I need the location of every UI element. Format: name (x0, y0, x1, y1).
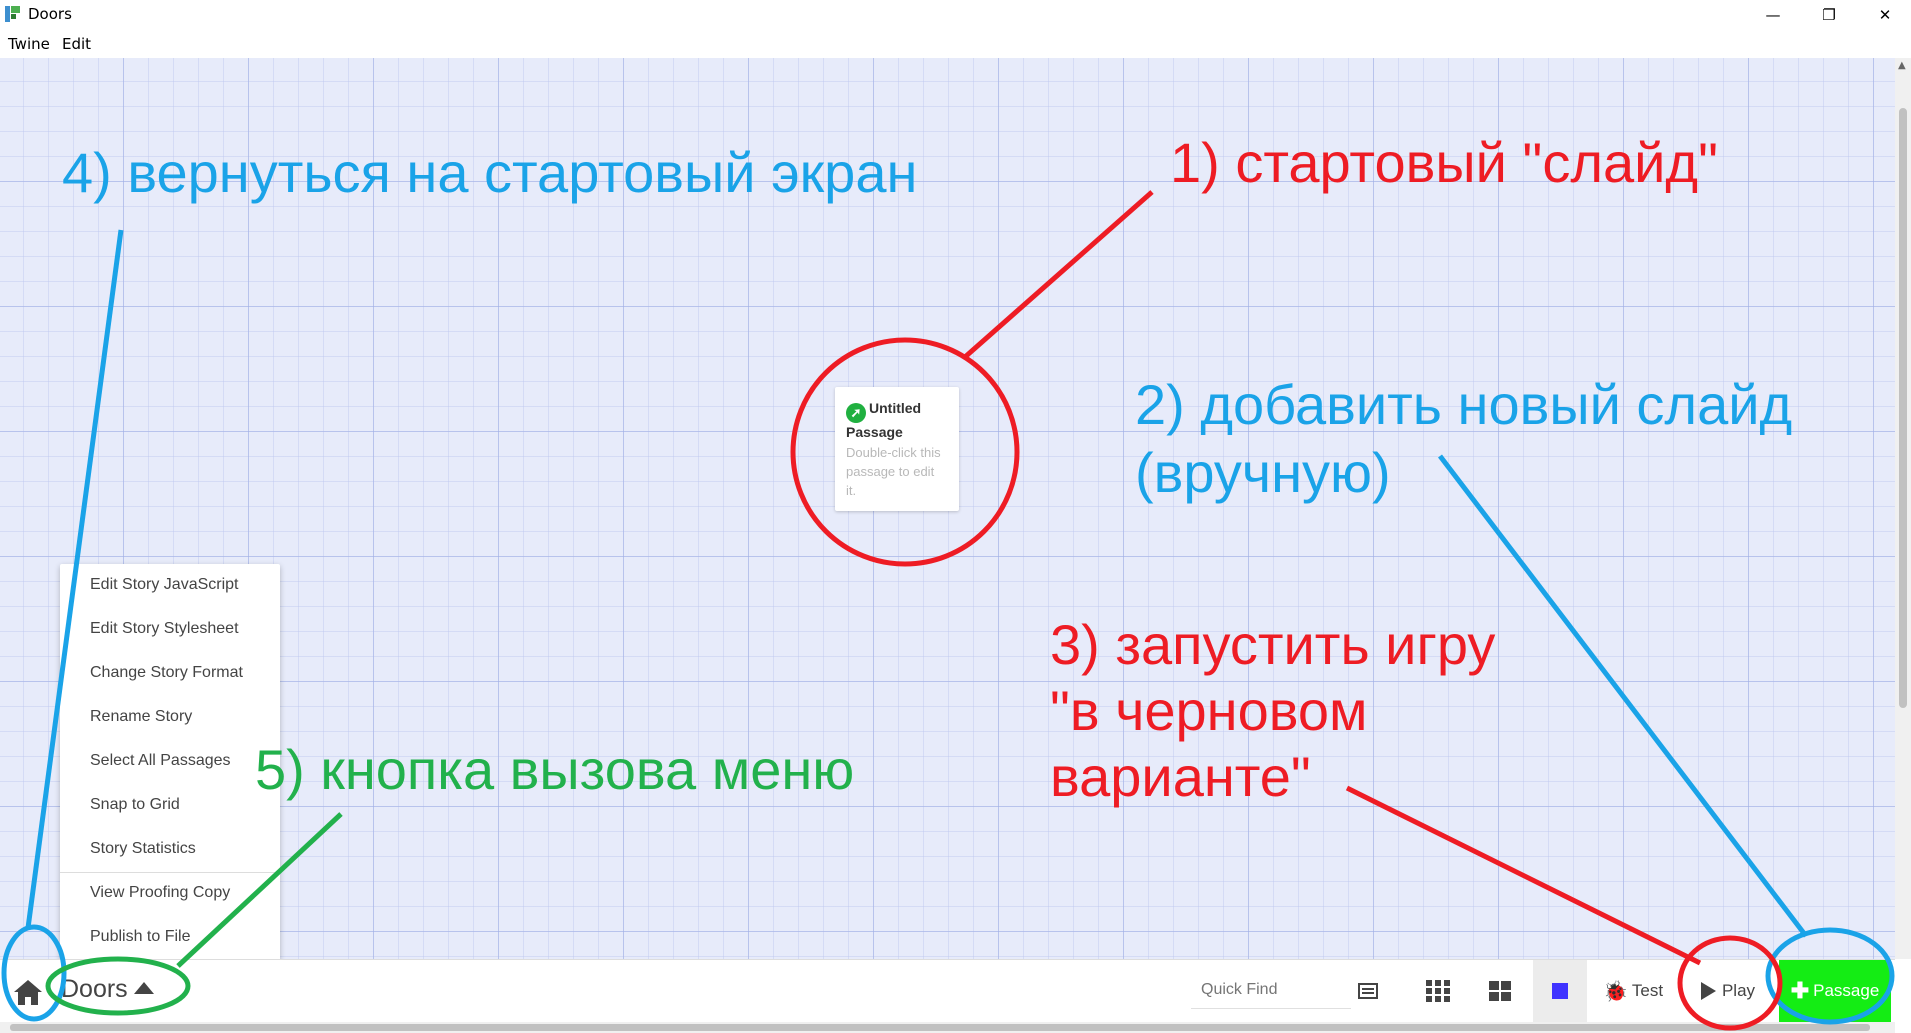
close-icon[interactable]: ✕ (1862, 0, 1908, 30)
story-menu: Edit Story JavaScript Edit Story Stylesh… (60, 564, 280, 961)
bottom-toolbar: Doors 🐞Test Play ✚Passage (0, 959, 1895, 1022)
highlight-color-swatch (1552, 983, 1568, 999)
menu-item-select-all[interactable]: Select All Passages (90, 752, 231, 770)
menu-item-rename-story[interactable]: Rename Story (90, 708, 192, 726)
menu-twine[interactable]: Twine (8, 35, 50, 53)
menu-divider (60, 872, 280, 873)
menu-item-edit-js[interactable]: Edit Story JavaScript (90, 576, 239, 594)
bug-icon: 🐞 (1602, 980, 1628, 1003)
card-view-icon (1358, 983, 1378, 999)
rocket-icon: ➚ (846, 403, 866, 423)
test-label: Test (1631, 981, 1664, 1000)
vertical-scrollbar[interactable]: ▲ (1895, 58, 1911, 959)
menu-item-publish-to-file[interactable]: Publish to File (90, 928, 191, 946)
vertical-scroll-thumb[interactable] (1899, 108, 1907, 708)
horizontal-scrollbar[interactable] (0, 1022, 1895, 1033)
play-icon (1700, 982, 1716, 1000)
grid-large-icon (1489, 981, 1511, 1001)
menu-item-story-statistics[interactable]: Story Statistics (90, 840, 196, 858)
play-label: Play (1721, 981, 1756, 1000)
play-button[interactable]: Play (1693, 960, 1761, 1022)
passage-names-excerpts-button[interactable] (1343, 960, 1393, 1022)
window-title-bar: Doors — ❐ ✕ (0, 0, 1911, 30)
restore-icon[interactable]: ❐ (1806, 0, 1852, 30)
window-title: Doors (28, 5, 72, 23)
caret-up-icon (133, 982, 154, 994)
add-passage-label: Passage (1813, 981, 1880, 1000)
passage-structure-only-button[interactable] (1475, 960, 1525, 1022)
twine-app-icon (5, 6, 21, 22)
menu-item-change-format[interactable]: Change Story Format (90, 664, 243, 682)
add-passage-button[interactable]: ✚ Passage (1779, 960, 1891, 1022)
menu-item-proofing-copy[interactable]: View Proofing Copy (90, 884, 230, 902)
scroll-up-icon[interactable]: ▲ (1898, 60, 1906, 71)
story-name: Doors (61, 975, 128, 1003)
passage-names-only-button[interactable] (1413, 960, 1463, 1022)
home-icon (14, 980, 42, 1005)
plus-icon: ✚ (1790, 978, 1810, 1003)
passage-card[interactable]: ➚ Untitled Passage Double-click this pass… (835, 387, 959, 511)
passage-excerpt: Double-click this passage to edit it. (846, 445, 941, 498)
home-button[interactable] (10, 977, 46, 1007)
quick-find-input[interactable] (1191, 971, 1351, 1009)
menu-item-edit-stylesheet[interactable]: Edit Story Stylesheet (90, 620, 239, 638)
menu-bar: Twine Edit (0, 30, 1911, 58)
highlight-passages-button[interactable] (1533, 960, 1587, 1022)
test-button[interactable]: 🐞 Test (1596, 960, 1670, 1022)
horizontal-scroll-thumb[interactable] (10, 1024, 1870, 1031)
story-name-menu-button[interactable]: Doors (61, 975, 154, 1009)
grid-small-icon (1426, 980, 1450, 1002)
menu-item-snap-to-grid[interactable]: Snap to Grid (90, 796, 180, 814)
minimize-icon[interactable]: — (1750, 0, 1796, 30)
menu-edit[interactable]: Edit (62, 35, 91, 53)
